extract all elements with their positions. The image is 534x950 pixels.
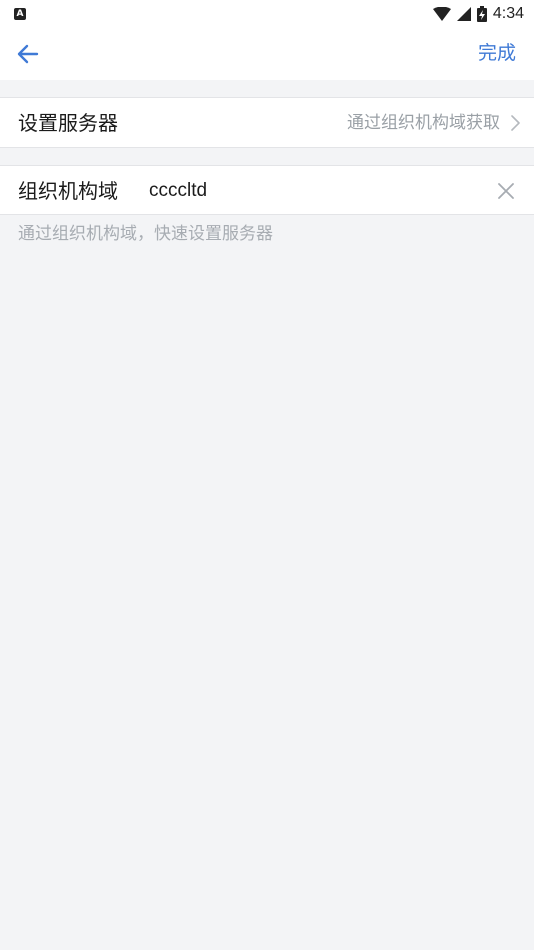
- status-icons: 4:34: [432, 4, 524, 24]
- battery-charging-icon: [476, 6, 487, 22]
- app-bar: 完成: [0, 28, 534, 80]
- close-icon[interactable]: [496, 181, 516, 201]
- status-time: 4:34: [492, 5, 524, 22]
- organization-domain-input[interactable]: [149, 177, 479, 205]
- set-server-value: 通过组织机构域获取: [347, 113, 500, 133]
- set-server-row[interactable]: 设置服务器 通过组织机构域获取: [0, 97, 534, 148]
- arrow-left-icon: [17, 44, 39, 64]
- cellular-signal-icon: [456, 7, 471, 21]
- back-button[interactable]: [10, 36, 46, 72]
- wifi-icon: [432, 7, 451, 21]
- organization-domain-label: 组织机构域: [18, 179, 118, 203]
- chevron-right-icon: [511, 115, 520, 131]
- organization-domain-row: 组织机构域: [0, 165, 534, 215]
- app-notification-icon: A: [14, 8, 26, 20]
- hint-text: 通过组织机构域，快速设置服务器: [18, 224, 273, 244]
- done-button[interactable]: 完成: [478, 40, 516, 66]
- set-server-label: 设置服务器: [18, 111, 118, 135]
- status-bar: A 4:34: [0, 0, 534, 28]
